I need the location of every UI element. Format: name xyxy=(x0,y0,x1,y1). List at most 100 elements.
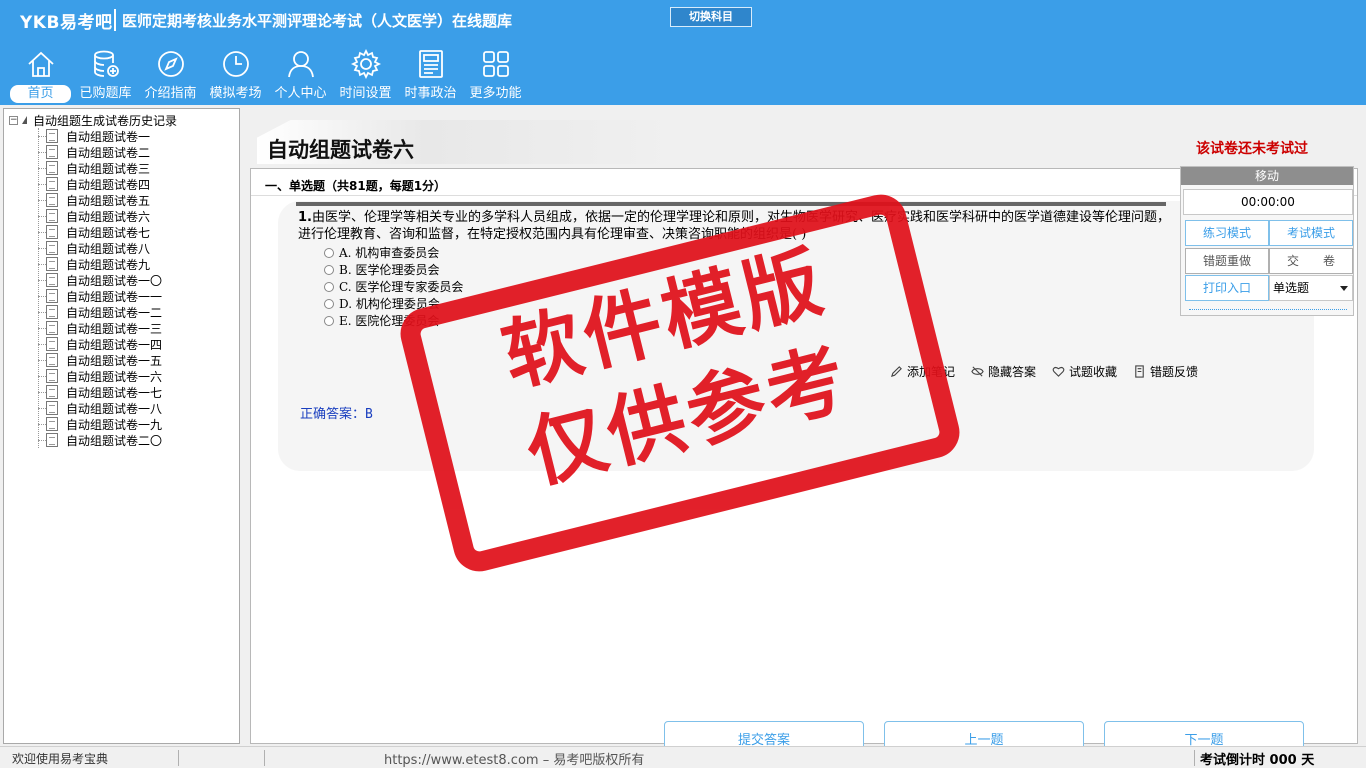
nav-profile[interactable]: 个人中心 xyxy=(268,48,333,104)
triangle-icon xyxy=(22,116,27,124)
nav-current-affairs[interactable]: 时事政治 xyxy=(398,48,463,104)
home-icon xyxy=(28,51,54,77)
compass-icon xyxy=(158,51,184,77)
database-icon xyxy=(94,50,119,77)
hide-answer-button[interactable]: 隐藏答案 xyxy=(971,363,1036,380)
document-icon xyxy=(46,161,58,175)
tree-item-label: 自动组题试卷八 xyxy=(66,241,151,256)
question-number: 1. xyxy=(298,210,312,225)
gear-icon xyxy=(350,48,382,80)
tree-item[interactable]: 自动组题试卷一六 xyxy=(4,368,239,384)
nav-more[interactable]: 更多功能 xyxy=(463,48,528,104)
tree-item[interactable]: 自动组题试卷一八 xyxy=(4,400,239,416)
practice-mode-button[interactable]: 练习模式 xyxy=(1185,220,1269,246)
document-icon xyxy=(46,209,58,223)
document-icon xyxy=(46,241,58,255)
paper-history-tree[interactable]: − 自动组题生成试卷历史记录 自动组题试卷一 自动组题试卷二 自动组题试卷三 自动组题… xyxy=(3,108,240,744)
app-header: YKB易考吧 医师定期考核业务水平测评理论考试（人文医学）在线题库 切换科目 首… xyxy=(0,0,1366,105)
clock-icon xyxy=(223,51,249,77)
switch-subject-button[interactable]: 切换科目 xyxy=(670,7,752,27)
tree-item[interactable]: 自动组题试卷九 xyxy=(4,256,239,272)
radio-button[interactable] xyxy=(324,247,334,258)
radio-button[interactable] xyxy=(324,298,334,309)
hand-in-button[interactable]: 交 卷 xyxy=(1269,248,1353,274)
tree-item-label: 自动组题试卷一九 xyxy=(66,417,163,432)
option-a[interactable]: A. 机构审查委员会 xyxy=(324,244,463,261)
tree-item[interactable]: 自动组题试卷七 xyxy=(4,224,239,240)
tree-item[interactable]: 自动组题试卷六 xyxy=(4,208,239,224)
tree-item[interactable]: 自动组题试卷一一 xyxy=(4,288,239,304)
paper-title: 自动组题试卷六 xyxy=(267,138,414,162)
eye-off-icon xyxy=(971,366,984,377)
tree-item-label: 自动组题试卷四 xyxy=(66,177,151,192)
tree-item[interactable]: 自动组题试卷一三 xyxy=(4,320,239,336)
nav-purchased[interactable]: 已购题库 xyxy=(73,48,138,104)
tree-item-label: 自动组题试卷一〇 xyxy=(66,273,163,288)
panel-drag-handle[interactable]: 移动 xyxy=(1181,167,1353,185)
radio-button[interactable] xyxy=(324,281,334,292)
nav-time-settings[interactable]: 时间设置 xyxy=(333,48,398,104)
nav-label: 首页 xyxy=(10,85,71,103)
tree-item[interactable]: 自动组题试卷三 xyxy=(4,160,239,176)
nav-guide[interactable]: 介绍指南 xyxy=(138,48,203,104)
tree-item[interactable]: 自动组题试卷八 xyxy=(4,240,239,256)
document-icon xyxy=(46,433,58,447)
status-bar: 欢迎使用易考宝典 https://www.etest8.com – 易考吧版权所… xyxy=(0,746,1366,768)
tree-item[interactable]: 自动组题试卷五 xyxy=(4,192,239,208)
tool-label: 隐藏答案 xyxy=(988,365,1037,379)
document-icon xyxy=(46,385,58,399)
redo-wrong-button[interactable]: 错题重做 xyxy=(1185,248,1269,274)
tree-item-label: 自动组题试卷一六 xyxy=(66,369,163,384)
nav-mock-exam[interactable]: 模拟考场 xyxy=(203,48,268,104)
heart-icon xyxy=(1052,367,1065,377)
document-icon xyxy=(46,177,58,191)
document-icon xyxy=(46,401,58,415)
tree-item[interactable]: 自动组题试卷一五 xyxy=(4,352,239,368)
correct-answer: 正确答案：B xyxy=(300,407,373,422)
tool-label: 试题收藏 xyxy=(1069,365,1118,379)
tree-item[interactable]: 自动组题试卷一 xyxy=(4,128,239,144)
tree-item[interactable]: 自动组题试卷一四 xyxy=(4,336,239,352)
collapse-icon[interactable]: − xyxy=(9,115,18,125)
option-label: A. 机构审查委员会 xyxy=(339,246,440,260)
tree-item[interactable]: 自动组题试卷一七 xyxy=(4,384,239,400)
document-icon xyxy=(46,337,58,351)
app-title: 医师定期考核业务水平测评理论考试（人文医学）在线题库 xyxy=(122,12,513,30)
question-type-value: 单选题 xyxy=(1273,281,1310,295)
error-feedback-button[interactable]: 错题反馈 xyxy=(1133,363,1198,380)
document-icon xyxy=(46,225,58,239)
nav-label: 介绍指南 xyxy=(144,86,197,101)
tree-item[interactable]: 自动组题试卷四 xyxy=(4,176,239,192)
document-icon xyxy=(46,129,58,143)
nav-home[interactable]: 首页 xyxy=(8,48,73,104)
grid-icon xyxy=(483,51,509,77)
tree-list: 自动组题试卷一 自动组题试卷二 自动组题试卷三 自动组题试卷四 自动组题试卷五 自动组题试… xyxy=(4,128,239,448)
document-icon xyxy=(46,289,58,303)
chevron-down-icon xyxy=(1340,286,1348,291)
brand-logo: YKB易考吧 xyxy=(20,13,113,33)
favorite-button[interactable]: 试题收藏 xyxy=(1052,363,1117,380)
tree-item[interactable]: 自动组题试卷二 xyxy=(4,144,239,160)
nav-label: 个人中心 xyxy=(274,86,327,101)
exam-control-panel: 移动 00:00:00 练习模式 考试模式 错题重做 交 卷 打印入口 单选题 xyxy=(1180,166,1354,316)
option-b[interactable]: B. 医学伦理委员会 xyxy=(324,261,463,278)
tree-item-label: 自动组题试卷一五 xyxy=(66,353,163,368)
tree-item[interactable]: 自动组题试卷二〇 xyxy=(4,432,239,448)
exam-mode-button[interactable]: 考试模式 xyxy=(1269,220,1353,246)
option-c[interactable]: C. 医学伦理专家委员会 xyxy=(324,278,463,295)
main-nav: 首页 已购题库 介绍指南 模拟考场 个人中心 时间设置 时事政治 更多功能 xyxy=(8,48,528,104)
exam-timer: 00:00:00 xyxy=(1183,189,1353,215)
print-button[interactable]: 打印入口 xyxy=(1185,275,1269,301)
tree-item[interactable]: 自动组题试卷一九 xyxy=(4,416,239,432)
radio-button[interactable] xyxy=(324,264,334,275)
exam-countdown: 考试倒计时 000 天 xyxy=(1200,753,1315,768)
nav-label: 模拟考场 xyxy=(209,86,262,101)
tree-item[interactable]: 自动组题试卷一二 xyxy=(4,304,239,320)
tree-item[interactable]: 自动组题试卷一〇 xyxy=(4,272,239,288)
document-icon xyxy=(46,321,58,335)
tree-root[interactable]: − 自动组题生成试卷历史记录 xyxy=(9,112,177,128)
status-divider xyxy=(1194,750,1195,766)
question-type-select[interactable]: 单选题 xyxy=(1269,275,1353,301)
radio-button[interactable] xyxy=(324,315,334,326)
panel-scroll-indicator xyxy=(1189,309,1347,313)
